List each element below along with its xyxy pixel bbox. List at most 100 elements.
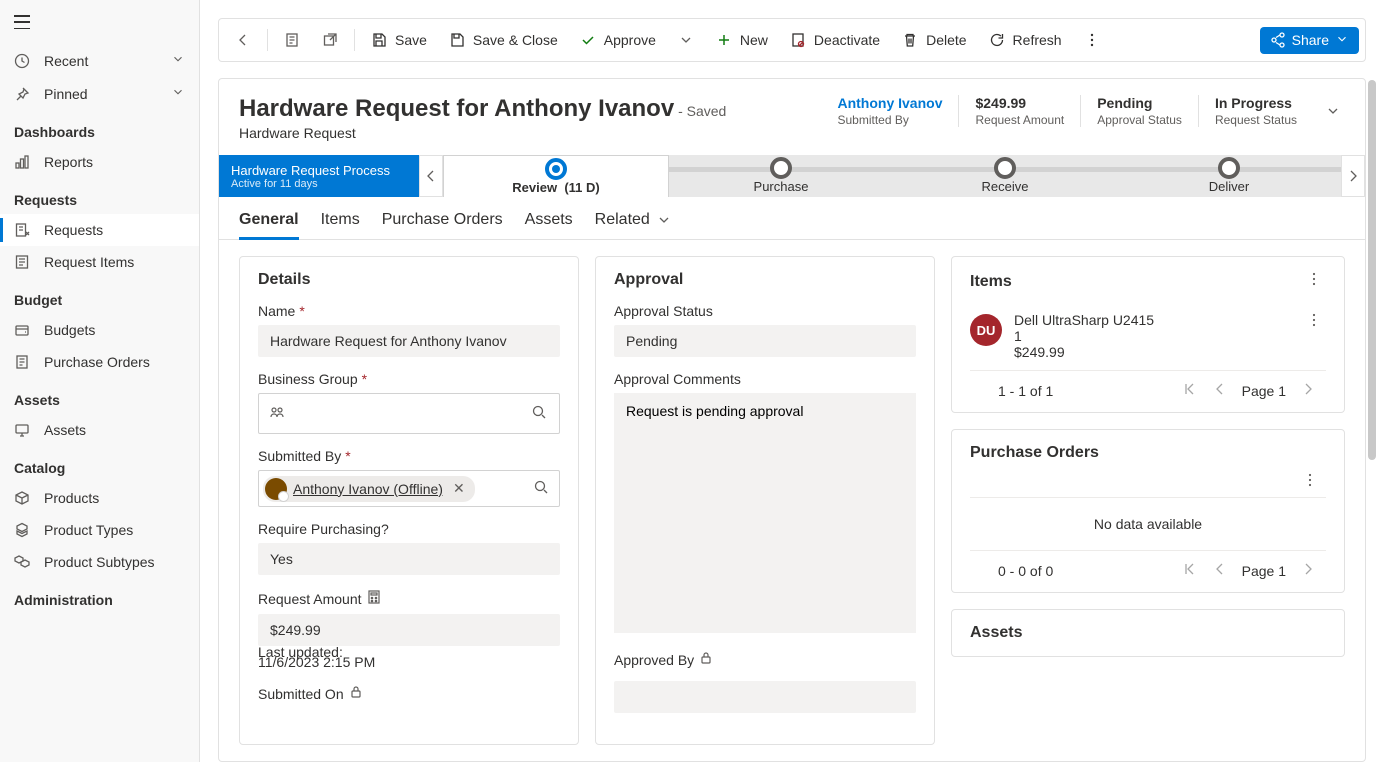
reports-icon — [14, 154, 30, 170]
assets-card: Assets — [951, 609, 1345, 657]
nav-request-items[interactable]: Request Items — [0, 246, 199, 278]
nav-assets[interactable]: Assets — [0, 414, 199, 446]
nav-reports[interactable]: Reports — [0, 146, 199, 178]
header-expand[interactable] — [1313, 95, 1345, 122]
bpf-review-duration: (11 D) — [564, 180, 599, 195]
section-budget: Budget — [0, 278, 199, 314]
submittedby-lookup[interactable]: Anthony Ivanov (Offline) ✕ — [258, 470, 560, 507]
name-input[interactable] — [258, 325, 560, 357]
sidebar: Recent Pinned Dashboards Reports Request… — [0, 0, 200, 762]
nav-products[interactable]: Products — [0, 482, 199, 514]
bpf-receive-label: Receive — [982, 179, 1029, 194]
last-updated-value: 11/6/2023 2:15 PM — [258, 654, 560, 670]
approve-button[interactable]: Approve — [570, 26, 666, 54]
tab-general[interactable]: General — [239, 207, 299, 239]
approvedby-input[interactable] — [614, 681, 916, 713]
clock-icon — [14, 53, 30, 69]
refresh-button[interactable]: Refresh — [979, 26, 1072, 54]
form-selector-button[interactable] — [274, 26, 310, 54]
details-card: Details Name * Business Group * — [239, 256, 579, 745]
pager-next[interactable] — [1300, 561, 1316, 580]
record-subtitle: Hardware Request — [239, 125, 726, 141]
pager-prev[interactable] — [1212, 381, 1228, 400]
bpf-next[interactable] — [1341, 155, 1365, 197]
remove-chip[interactable]: ✕ — [449, 480, 469, 497]
bpf-prev[interactable] — [419, 155, 443, 197]
nav-product-subtypes[interactable]: Product Subtypes — [0, 546, 199, 578]
nav-recent[interactable]: Recent — [0, 44, 199, 77]
save-button[interactable]: Save — [361, 26, 437, 54]
tab-assets[interactable]: Assets — [525, 207, 573, 239]
deactivate-button[interactable]: Deactivate — [780, 26, 890, 54]
bpf-duration: Active for 11 days — [231, 178, 407, 190]
po-card: Purchase Orders No data available 0 - 0 … — [951, 429, 1345, 593]
po-page-label: Page 1 — [1242, 563, 1286, 579]
business-group-lookup[interactable] — [258, 393, 560, 434]
item-row[interactable]: DU Dell UltraSharp U2415 1 $249.99 — [970, 306, 1326, 371]
share-button[interactable]: Share — [1260, 27, 1359, 54]
hamburger-menu[interactable] — [14, 15, 30, 29]
bpf-circle — [1218, 157, 1240, 179]
chevron-down-icon — [171, 52, 185, 69]
boxes-icon — [14, 522, 30, 538]
nav-pinned[interactable]: Pinned — [0, 77, 199, 110]
new-button[interactable]: New — [706, 26, 778, 54]
tab-related-label: Related — [595, 211, 650, 229]
separator — [354, 29, 355, 51]
require-purchasing-input[interactable] — [258, 543, 560, 575]
pager-first[interactable] — [1182, 561, 1198, 580]
details-title: Details — [258, 271, 560, 289]
approval-comments-label: Approval Comments — [614, 371, 916, 387]
item-more[interactable] — [1302, 312, 1326, 360]
refresh-label: Refresh — [1013, 32, 1062, 48]
search-icon[interactable] — [527, 475, 555, 502]
pager-first[interactable] — [1182, 381, 1198, 400]
bpf-stage-review[interactable]: Review (11 D) — [443, 155, 669, 197]
tab-purchase-orders[interactable]: Purchase Orders — [382, 207, 503, 239]
kpi-approval-label: Approval Status — [1097, 113, 1182, 127]
bpf-stage-deliver[interactable]: Deliver — [1117, 155, 1341, 197]
po-more[interactable] — [1298, 472, 1322, 491]
approval-comments-input[interactable] — [614, 393, 916, 633]
approval-title: Approval — [614, 271, 916, 289]
kpi-submittedby-value[interactable]: Anthony Ivanov — [837, 95, 942, 111]
section-administration: Administration — [0, 578, 199, 614]
bpf-stage-receive[interactable]: Receive — [893, 155, 1117, 197]
submittedby-chip[interactable]: Anthony Ivanov (Offline) ✕ — [263, 476, 475, 502]
submittedby-value[interactable]: Anthony Ivanov (Offline) — [293, 481, 443, 497]
asset-icon — [14, 422, 30, 438]
main: Save Save & Close Approve New Deactivate… — [200, 0, 1380, 762]
delete-button[interactable]: Delete — [892, 26, 976, 54]
boxes-stack-icon — [14, 554, 30, 570]
save-close-button[interactable]: Save & Close — [439, 26, 568, 54]
search-icon[interactable] — [525, 400, 553, 427]
nav-purchase-orders[interactable]: Purchase Orders — [0, 346, 199, 378]
tab-items[interactable]: Items — [321, 207, 360, 239]
amount-input[interactable] — [258, 614, 560, 646]
overflow-button[interactable] — [1074, 26, 1110, 54]
bpf-review-label: Review — [512, 180, 557, 195]
items-more[interactable] — [1302, 271, 1326, 292]
nav-budgets-label: Budgets — [44, 322, 95, 338]
box-icon — [14, 490, 30, 506]
calculator-icon — [366, 589, 382, 608]
bpf-stage-purchase[interactable]: Purchase — [669, 155, 893, 197]
scrollbar[interactable] — [1368, 80, 1376, 460]
approve-dropdown[interactable] — [668, 26, 704, 54]
open-new-window-button[interactable] — [312, 26, 348, 54]
nav-budgets[interactable]: Budgets — [0, 314, 199, 346]
request-items-icon — [14, 254, 30, 270]
item-price: $249.99 — [1014, 344, 1290, 360]
approval-status-input[interactable] — [614, 325, 916, 357]
pager-prev[interactable] — [1212, 561, 1228, 580]
nav-requests[interactable]: Requests — [0, 214, 199, 246]
name-label: Name — [258, 303, 295, 319]
tab-related[interactable]: Related — [595, 207, 672, 239]
pager-next[interactable] — [1300, 381, 1316, 400]
save-label: Save — [395, 32, 427, 48]
back-button[interactable] — [225, 26, 261, 54]
deactivate-label: Deactivate — [814, 32, 880, 48]
bpf-header[interactable]: Hardware Request Process Active for 11 d… — [219, 155, 419, 197]
nav-product-types[interactable]: Product Types — [0, 514, 199, 546]
new-label: New — [740, 32, 768, 48]
